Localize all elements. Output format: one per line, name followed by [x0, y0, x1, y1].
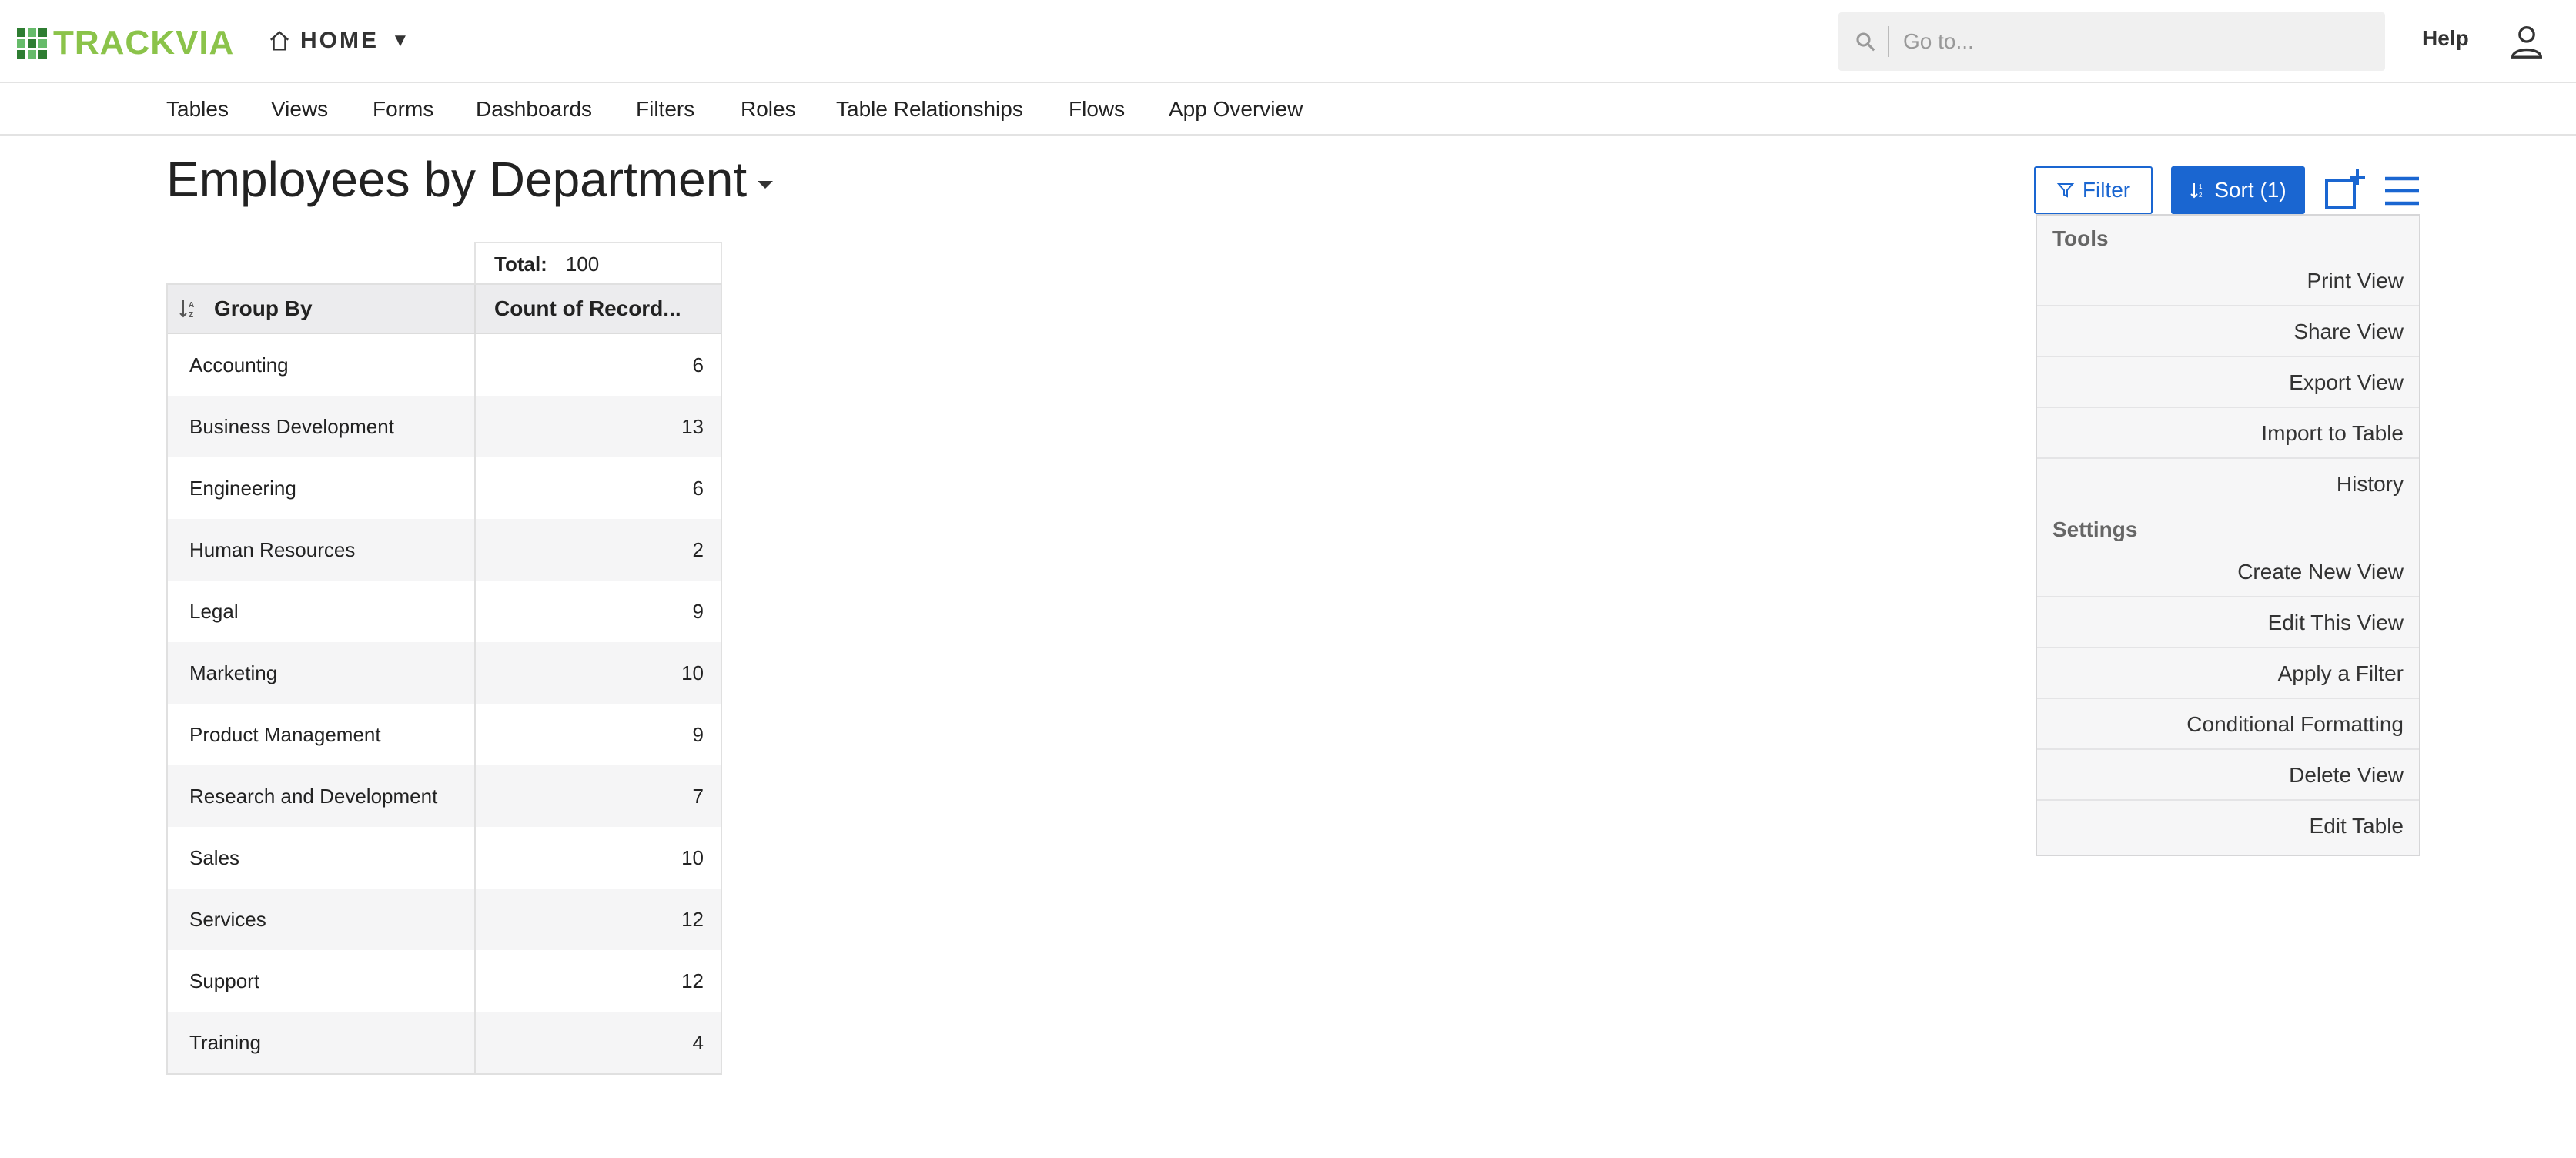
nav-views[interactable]: Views: [271, 97, 328, 122]
count-cell: 4: [692, 1030, 704, 1054]
svg-text:Z: Z: [189, 311, 193, 320]
search-box[interactable]: [1838, 12, 2385, 71]
group-cell: Support: [168, 950, 476, 1012]
view-options-menu: Tools Print View Share View Export View …: [2036, 214, 2420, 856]
sort-label: Sort (1): [2214, 178, 2287, 202]
group-cell: Services: [168, 889, 476, 950]
table-row[interactable]: Training 4: [168, 1012, 721, 1073]
nav-roles[interactable]: Roles: [741, 97, 796, 122]
count-cell: 13: [681, 414, 704, 438]
menu-item-create-new-view[interactable]: Create New View: [2037, 548, 2419, 597]
menu-item-edit-this-view[interactable]: Edit This View: [2037, 599, 2419, 648]
svg-text:A: A: [189, 301, 194, 310]
table-row[interactable]: Legal 9: [168, 581, 721, 642]
table-row[interactable]: Research and Development 7: [168, 765, 721, 827]
logo-grid-icon: [17, 28, 47, 59]
count-cell: 6: [692, 353, 704, 377]
table-row[interactable]: Marketing 10: [168, 642, 721, 704]
top-bar: TRACKVIA HOME ▼ Help: [0, 0, 2576, 83]
menu-item-export-view[interactable]: Export View: [2037, 359, 2419, 408]
table-row[interactable]: Business Development 13: [168, 396, 721, 457]
total-label: Total:: [494, 252, 547, 276]
sort-button[interactable]: 12 Sort (1): [2171, 166, 2305, 214]
column-header-count[interactable]: Count of Record...: [476, 285, 721, 333]
nav-flows[interactable]: Flows: [1069, 97, 1125, 122]
filter-button[interactable]: Filter: [2034, 166, 2153, 214]
home-label: HOME: [300, 28, 379, 53]
filter-icon: [2056, 183, 2075, 198]
count-cell: 10: [681, 661, 704, 684]
table-row[interactable]: Engineering 6: [168, 457, 721, 519]
nav-tables[interactable]: Tables: [166, 97, 229, 122]
search-divider: [1888, 26, 1889, 57]
search-input[interactable]: [1902, 28, 2336, 55]
page-title: Employees by Department: [166, 151, 774, 208]
caret-down-icon: ▼: [391, 30, 412, 51]
table-header: AZ Group By Count of Record...: [168, 285, 721, 334]
count-cell: 7: [692, 784, 704, 808]
nav-forms[interactable]: Forms: [373, 97, 433, 122]
nav-dashboards[interactable]: Dashboards: [476, 97, 592, 122]
group-cell: Sales: [168, 827, 476, 889]
menu-item-delete-view[interactable]: Delete View: [2037, 751, 2419, 801]
count-cell: 9: [692, 599, 704, 623]
count-cell: 6: [692, 476, 704, 500]
count-cell: 10: [681, 845, 704, 869]
view-switcher-caret-icon[interactable]: [758, 181, 774, 189]
grouped-table: AZ Group By Count of Record... Accountin…: [166, 283, 722, 1075]
table-row[interactable]: Accounting 6: [168, 334, 721, 396]
table-row[interactable]: Support 12: [168, 950, 721, 1012]
menu-section-settings: Settings: [2052, 517, 2138, 541]
view-title: Employees by Department: [166, 152, 748, 207]
group-cell: Human Resources: [168, 519, 476, 581]
svg-text:1: 1: [2199, 183, 2203, 190]
hamburger-menu-icon[interactable]: [2384, 176, 2420, 206]
logo-text: TRACKVIA: [53, 24, 235, 62]
sort-icon: 12: [2190, 183, 2203, 199]
nav-app-overview[interactable]: App Overview: [1169, 97, 1303, 122]
group-cell: Legal: [168, 581, 476, 642]
group-cell: Engineering: [168, 457, 476, 519]
count-cell: 12: [681, 907, 704, 931]
group-cell: Research and Development: [168, 765, 476, 827]
total-summary: Total: 100: [474, 242, 722, 285]
trackvia-logo[interactable]: TRACKVIA: [17, 26, 234, 60]
group-cell: Training: [168, 1012, 476, 1073]
menu-item-share-view[interactable]: Share View: [2037, 308, 2419, 357]
menu-item-history[interactable]: History: [2037, 460, 2419, 510]
search-icon: [1856, 32, 1875, 52]
menu-section-tools: Tools: [2052, 226, 2109, 250]
home-icon: [269, 31, 289, 51]
main-nav: Tables Views Forms Dashboards Filters Ro…: [0, 83, 2576, 136]
count-cell: 2: [692, 537, 704, 561]
column-label: Group By: [214, 296, 313, 320]
column-label: Count of Record...: [494, 296, 681, 320]
total-value: 100: [565, 252, 600, 276]
menu-item-import-to-table[interactable]: Import to Table: [2037, 410, 2419, 459]
group-cell: Product Management: [168, 704, 476, 765]
menu-item-print-view[interactable]: Print View: [2037, 257, 2419, 306]
sort-ascending-icon: AZ: [179, 300, 194, 320]
menu-item-apply-a-filter[interactable]: Apply a Filter: [2037, 650, 2419, 699]
add-record-icon[interactable]: [2323, 168, 2365, 211]
user-icon[interactable]: [2510, 23, 2544, 60]
table-row[interactable]: Sales 10: [168, 827, 721, 889]
home-menu[interactable]: HOME ▼: [268, 23, 412, 59]
nav-table-relationships[interactable]: Table Relationships: [836, 97, 1023, 122]
svg-text:2: 2: [2199, 192, 2203, 199]
table-row[interactable]: Services 12: [168, 889, 721, 950]
count-cell: 9: [692, 722, 704, 746]
count-cell: 12: [681, 969, 704, 992]
nav-filters[interactable]: Filters: [636, 97, 694, 122]
menu-item-edit-table[interactable]: Edit Table: [2037, 802, 2419, 852]
table-row[interactable]: Product Management 9: [168, 704, 721, 765]
group-cell: Marketing: [168, 642, 476, 704]
table-row[interactable]: Human Resources 2: [168, 519, 721, 581]
filter-label: Filter: [2082, 178, 2131, 202]
menu-item-conditional-formatting[interactable]: Conditional Formatting: [2037, 701, 2419, 750]
group-cell: Business Development: [168, 396, 476, 457]
column-header-group-by[interactable]: AZ Group By: [168, 285, 476, 333]
group-cell: Accounting: [168, 334, 476, 396]
help-link[interactable]: Help: [2422, 26, 2469, 51]
